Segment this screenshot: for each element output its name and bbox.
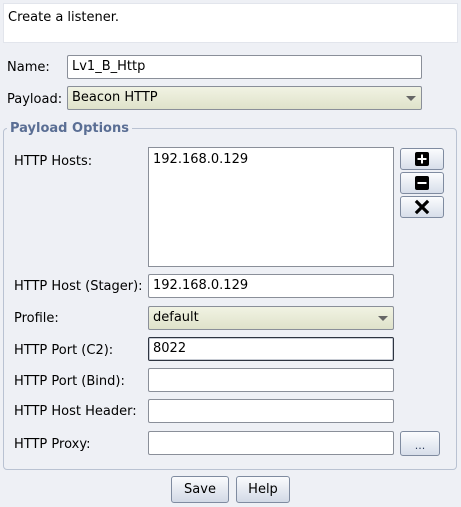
http-hosts-list[interactable]: 192.168.0.129 [148, 147, 394, 267]
remove-host-button[interactable] [400, 172, 444, 194]
chevron-down-icon [401, 87, 421, 109]
proxy-settings-button[interactable]: ... [400, 431, 440, 456]
proxy-input[interactable] [148, 431, 394, 455]
profile-select-value: default [153, 310, 199, 325]
x-icon [414, 199, 430, 215]
help-button[interactable]: Help [236, 476, 290, 503]
profile-label: Profile: [14, 311, 59, 326]
http-hosts-list-item[interactable]: 192.168.0.129 [153, 152, 389, 168]
port-bind-label: HTTP Port (Bind): [14, 374, 125, 389]
name-input[interactable]: Lv1_B_Http [67, 55, 422, 79]
name-label: Name: [7, 60, 50, 75]
clear-hosts-button[interactable] [400, 196, 444, 218]
http-hosts-label: HTTP Hosts: [14, 154, 93, 169]
profile-select[interactable]: default [148, 306, 394, 330]
host-header-input[interactable] [148, 399, 394, 423]
stager-label: HTTP Host (Stager): [14, 279, 143, 294]
chevron-down-icon [373, 307, 393, 329]
add-host-button[interactable] [400, 148, 444, 170]
stager-input[interactable]: 192.168.0.129 [148, 274, 394, 298]
port-bind-input[interactable] [148, 368, 394, 392]
save-button[interactable]: Save [171, 476, 229, 503]
payload-options-title: Payload Options [7, 121, 132, 136]
description-text: Create a listener. [8, 10, 120, 25]
plus-icon [415, 152, 429, 166]
port-c2-input[interactable]: 8022 [148, 337, 394, 361]
payload-select-value: Beacon HTTP [72, 90, 158, 105]
proxy-label: HTTP Proxy: [14, 437, 91, 452]
payload-label: Payload: [7, 92, 63, 107]
host-header-label: HTTP Host Header: [14, 404, 137, 419]
payload-select[interactable]: Beacon HTTP [67, 86, 422, 110]
minus-icon [415, 176, 429, 190]
port-c2-label: HTTP Port (C2): [14, 343, 114, 358]
description-panel: Create a listener. [3, 3, 458, 43]
